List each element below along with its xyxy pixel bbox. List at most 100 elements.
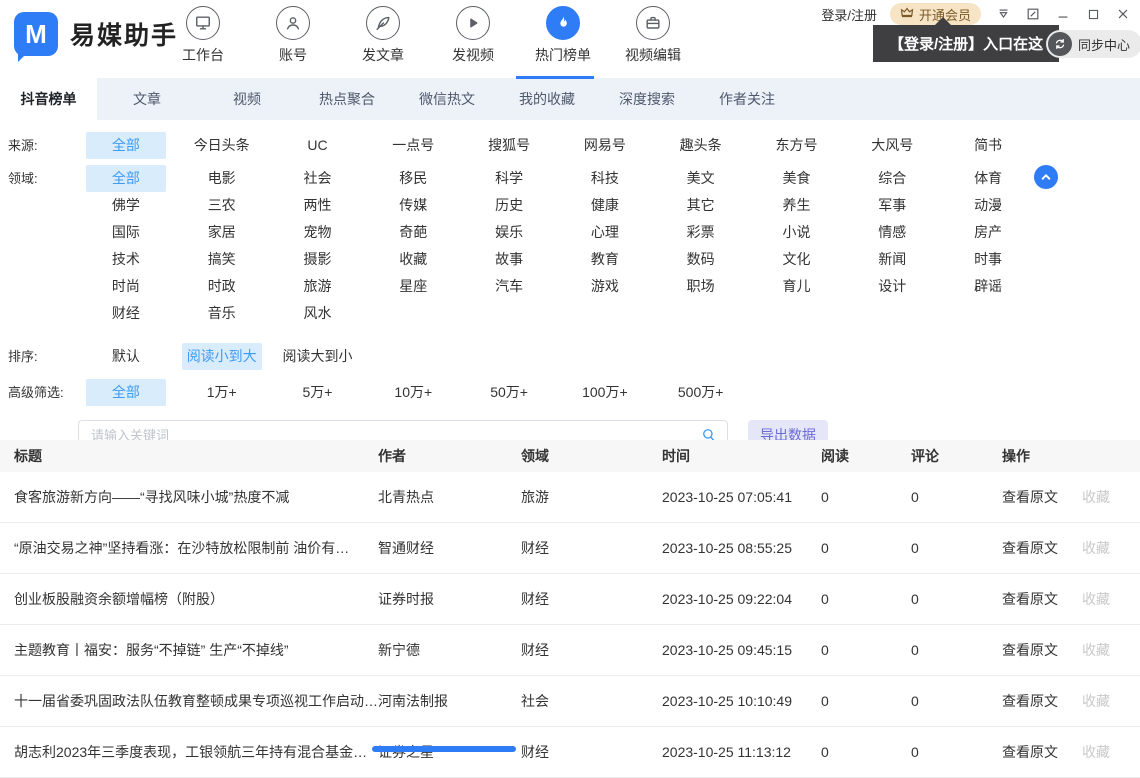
filter-chip[interactable]: 房产 [948, 219, 1028, 246]
filter-chip[interactable]: 时事 [948, 246, 1028, 273]
filter-chip[interactable]: 财经 [86, 300, 166, 327]
tab-4[interactable]: 热点聚合 [297, 78, 397, 120]
filter-chip[interactable]: 历史 [469, 192, 549, 219]
filter-chip[interactable]: 科学 [469, 165, 549, 192]
filter-chip[interactable]: 彩票 [661, 219, 741, 246]
filter-chip[interactable]: 电影 [182, 165, 262, 192]
topnav-item-3[interactable]: 发文章 [353, 6, 413, 65]
filter-chip[interactable]: 养生 [756, 192, 836, 219]
filter-chip[interactable]: 情感 [852, 219, 932, 246]
filter-chip[interactable]: 心理 [565, 219, 645, 246]
view-original-link[interactable]: 查看原文 [1002, 742, 1058, 762]
close-icon[interactable] [1114, 6, 1132, 22]
filter-chip[interactable]: 奇葩 [373, 219, 453, 246]
filter-chip[interactable]: 大风号 [852, 132, 932, 159]
filter-chip[interactable]: 1万+ [182, 379, 262, 406]
favorite-link[interactable]: 收藏 [1082, 538, 1110, 558]
horizontal-scrollbar-thumb[interactable] [372, 746, 516, 752]
view-original-link[interactable]: 查看原文 [1002, 538, 1058, 558]
filter-chip[interactable]: 100万+ [565, 379, 645, 406]
filter-chip[interactable]: 时尚 [86, 273, 166, 300]
filter-chip[interactable]: 5万+ [277, 379, 357, 406]
filter-chip[interactable]: 趣头条 [661, 132, 741, 159]
filter-chip[interactable]: 阅读大到小 [277, 343, 357, 370]
tray-down-icon[interactable] [994, 6, 1012, 22]
filter-chip[interactable]: 职场 [661, 273, 741, 300]
filter-chip[interactable]: 搜狐号 [469, 132, 549, 159]
filter-chip[interactable]: 育儿 [756, 273, 836, 300]
topnav-item-4[interactable]: 发视频 [443, 6, 503, 65]
filter-chip[interactable]: 设计 [852, 273, 932, 300]
filter-chip[interactable]: 数码 [661, 246, 741, 273]
filter-chip[interactable]: 东方号 [756, 132, 836, 159]
filter-chip[interactable]: 50万+ [469, 379, 549, 406]
tab-8[interactable]: 作者关注 [697, 78, 797, 120]
filter-chip[interactable]: 美文 [661, 165, 741, 192]
filter-chip[interactable]: 故事 [469, 246, 549, 273]
minimize-icon[interactable] [1054, 6, 1072, 22]
filter-chip[interactable]: 收藏 [373, 246, 453, 273]
filter-chip[interactable]: 综合 [852, 165, 932, 192]
maximize-icon[interactable] [1084, 6, 1102, 22]
tab-5[interactable]: 微信热文 [397, 78, 497, 120]
filter-chip[interactable]: 传媒 [373, 192, 453, 219]
filter-chip[interactable]: 网易号 [565, 132, 645, 159]
filter-chip[interactable]: UC [277, 132, 357, 159]
filter-chip[interactable]: 星座 [373, 273, 453, 300]
tab-2[interactable]: 文章 [97, 78, 197, 120]
filter-chip[interactable]: 家居 [182, 219, 262, 246]
tab-6[interactable]: 我的收藏 [497, 78, 597, 120]
filter-chip[interactable]: 500万+ [661, 379, 741, 406]
topnav-item-5[interactable]: 热门榜单 [533, 6, 593, 65]
filter-chip[interactable]: 游戏 [565, 273, 645, 300]
filter-chip[interactable]: 科技 [565, 165, 645, 192]
filter-chip[interactable]: 小说 [756, 219, 836, 246]
filter-chip[interactable]: 两性 [277, 192, 357, 219]
filter-chip[interactable]: 搞笑 [182, 246, 262, 273]
filter-chip[interactable]: 军事 [852, 192, 932, 219]
filter-chip[interactable]: 辟谣 [948, 273, 1028, 300]
filter-chip[interactable]: 文化 [756, 246, 836, 273]
view-original-link[interactable]: 查看原文 [1002, 691, 1058, 711]
filter-chip[interactable]: 旅游 [277, 273, 357, 300]
filter-chip[interactable]: 时政 [182, 273, 262, 300]
filter-chip[interactable]: 音乐 [182, 300, 262, 327]
filter-chip[interactable]: 全部 [85, 165, 166, 192]
tab-3[interactable]: 视频 [197, 78, 297, 120]
view-original-link[interactable]: 查看原文 [1002, 487, 1058, 507]
filter-chip[interactable]: 技术 [86, 246, 166, 273]
filter-chip[interactable]: 汽车 [469, 273, 549, 300]
topnav-item-1[interactable]: 工作台 [173, 6, 233, 65]
filter-chip[interactable]: 新闻 [852, 246, 932, 273]
filter-chip[interactable]: 全部 [85, 379, 166, 406]
filter-chip[interactable]: 简书 [948, 132, 1028, 159]
filter-chip[interactable]: 今日头条 [182, 132, 262, 159]
favorite-link[interactable]: 收藏 [1082, 640, 1110, 660]
filter-chip[interactable]: 国际 [86, 219, 166, 246]
filter-chip[interactable]: 全部 [85, 132, 166, 159]
tab-1[interactable]: 抖音榜单 [0, 78, 97, 120]
filter-chip[interactable]: 移民 [373, 165, 453, 192]
filter-chip[interactable]: 社会 [277, 165, 357, 192]
filter-chip[interactable]: 摄影 [277, 246, 357, 273]
favorite-link[interactable]: 收藏 [1082, 742, 1110, 762]
sync-center-button[interactable]: 同步中心 [1046, 30, 1140, 58]
view-original-link[interactable]: 查看原文 [1002, 589, 1058, 609]
filter-chip[interactable]: 体育 [948, 165, 1028, 192]
filter-chip[interactable]: 健康 [565, 192, 645, 219]
favorite-link[interactable]: 收藏 [1082, 691, 1110, 711]
view-original-link[interactable]: 查看原文 [1002, 640, 1058, 660]
filter-chip[interactable]: 娱乐 [469, 219, 549, 246]
filter-chip[interactable]: 10万+ [373, 379, 453, 406]
filter-chip[interactable]: 动漫 [948, 192, 1028, 219]
favorite-link[interactable]: 收藏 [1082, 487, 1110, 507]
collapse-filters-button[interactable] [1034, 165, 1058, 189]
topnav-item-6[interactable]: 视频编辑 [623, 6, 683, 65]
favorite-link[interactable]: 收藏 [1082, 589, 1110, 609]
filter-chip[interactable]: 美食 [756, 165, 836, 192]
filter-chip[interactable]: 默认 [86, 343, 166, 370]
filter-chip[interactable]: 宠物 [277, 219, 357, 246]
filter-chip[interactable]: 风水 [277, 300, 357, 327]
login-register-link[interactable]: 登录/注册 [821, 5, 877, 24]
filter-chip[interactable]: 其它 [661, 192, 741, 219]
